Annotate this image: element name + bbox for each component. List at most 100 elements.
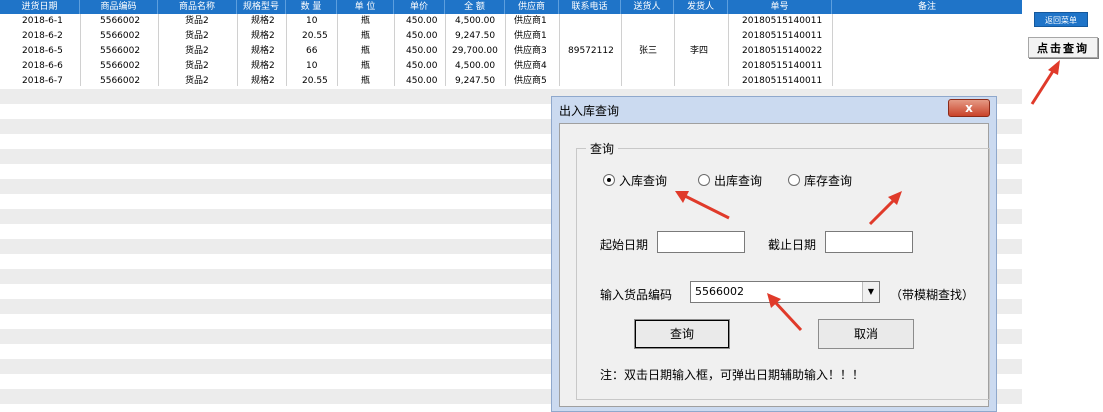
cell-qty[interactable]: 66 — [306, 44, 317, 59]
header-name[interactable]: 商品名称 — [158, 0, 237, 14]
radio-inbound-query[interactable]: 入库查询 — [603, 172, 667, 189]
cell-code[interactable]: 5566002 — [100, 59, 140, 74]
product-code-label: 输入货品编码 — [600, 288, 673, 302]
dialog-title: 出入库查询 — [559, 104, 620, 118]
radio-unchecked-icon — [698, 174, 710, 186]
cancel-button[interactable]: 取消 — [818, 319, 914, 349]
start-date-input[interactable] — [657, 231, 745, 253]
table-row[interactable]: 2018-6-5 5566002 货品2 规格2 66 瓶 450.00 29,… — [0, 44, 1022, 59]
cell-order-no[interactable]: 20180515140011 — [742, 59, 822, 74]
header-price[interactable]: 单价 — [394, 0, 445, 14]
header-amount[interactable]: 全 额 — [445, 0, 505, 14]
table-row[interactable]: 2018-6-7 5566002 货品2 规格2 20.55 瓶 450.00 … — [0, 74, 1022, 89]
radio-outbound-query[interactable]: 出库查询 — [698, 172, 762, 189]
cell-date[interactable]: 2018-6-1 — [22, 14, 63, 29]
cell-unit[interactable]: 瓶 — [361, 59, 370, 74]
radio-checked-icon — [603, 174, 615, 186]
cell-amount[interactable]: 4,500.00 — [455, 14, 495, 29]
end-date-input[interactable] — [825, 231, 913, 253]
radio-stock-query[interactable]: 库存查询 — [788, 172, 852, 189]
back-to-menu-button[interactable]: 返回菜单 — [1034, 12, 1088, 27]
cell-code[interactable]: 5566002 — [100, 29, 140, 44]
header-remark[interactable]: 备注 — [832, 0, 1022, 14]
cell-spec[interactable]: 规格2 — [251, 74, 275, 89]
cell-code[interactable]: 5566002 — [100, 44, 140, 59]
cell-spec[interactable]: 规格2 — [251, 59, 275, 74]
query-button[interactable]: 查询 — [634, 319, 730, 349]
header-supplier[interactable]: 供应商 — [505, 0, 559, 14]
cell-amount[interactable]: 9,247.50 — [455, 74, 495, 89]
cell-unit[interactable]: 瓶 — [361, 74, 370, 89]
dialog-client-area: 查询 入库查询 出库查询 库存查询 起始日期 截止日期 输入货品编码 55660… — [559, 123, 990, 407]
cell-name[interactable]: 货品2 — [185, 14, 209, 29]
cell-qty[interactable]: 10 — [306, 14, 317, 29]
cell-name[interactable]: 货品2 — [185, 59, 209, 74]
cell-price[interactable]: 450.00 — [406, 74, 438, 89]
header-row: 进货日期 商品编码 商品名称 规格型号 数 量 单 位 单价 全 额 供应商 联… — [0, 0, 1022, 14]
cell-qty[interactable]: 20.55 — [302, 29, 328, 44]
red-arrow-icon — [1030, 60, 1060, 105]
header-unit[interactable]: 单 位 — [337, 0, 394, 14]
cell-shipper[interactable]: 李四 — [690, 44, 708, 59]
cell-date[interactable]: 2018-6-2 — [22, 29, 63, 44]
header-deliverer[interactable]: 送货人 — [621, 0, 674, 14]
cell-amount[interactable]: 29,700.00 — [452, 44, 498, 59]
header-order-no[interactable]: 单号 — [728, 0, 832, 14]
dropdown-arrow-icon[interactable]: ▼ — [862, 282, 879, 302]
cell-spec[interactable]: 规格2 — [251, 14, 275, 29]
radio-label: 出库查询 — [714, 174, 763, 188]
cell-supplier[interactable]: 供应商5 — [514, 74, 547, 89]
product-code-value: 5566002 — [695, 285, 744, 298]
cell-price[interactable]: 450.00 — [406, 59, 438, 74]
cell-spec[interactable]: 规格2 — [251, 44, 275, 59]
cell-date[interactable]: 2018-6-7 — [22, 74, 63, 89]
cell-unit[interactable]: 瓶 — [361, 29, 370, 44]
cell-name[interactable]: 货品2 — [185, 29, 209, 44]
cell-amount[interactable]: 4,500.00 — [455, 59, 495, 74]
cell-supplier[interactable]: 供应商1 — [514, 14, 547, 29]
cell-code[interactable]: 5566002 — [100, 74, 140, 89]
header-date[interactable]: 进货日期 — [0, 0, 80, 14]
cell-qty[interactable]: 10 — [306, 59, 317, 74]
cell-supplier[interactable]: 供应商3 — [514, 44, 547, 59]
cell-qty[interactable]: 20.55 — [302, 74, 328, 89]
cell-unit[interactable]: 瓶 — [361, 14, 370, 29]
end-date-label: 截止日期 — [768, 238, 817, 252]
cell-price[interactable]: 450.00 — [406, 44, 438, 59]
cell-price[interactable]: 450.00 — [406, 14, 438, 29]
radio-label: 入库查询 — [619, 174, 668, 188]
radio-unchecked-icon — [788, 174, 800, 186]
cell-order-no[interactable]: 20180515140011 — [742, 74, 822, 89]
cell-order-no[interactable]: 20180515140011 — [742, 14, 822, 29]
header-phone[interactable]: 联系电话 — [559, 0, 621, 14]
click-query-button[interactable]: 点击查询 — [1028, 37, 1098, 58]
cell-price[interactable]: 450.00 — [406, 29, 438, 44]
cell-spec[interactable]: 规格2 — [251, 29, 275, 44]
header-spec[interactable]: 规格型号 — [237, 0, 286, 14]
cell-amount[interactable]: 9,247.50 — [455, 29, 495, 44]
header-code[interactable]: 商品编码 — [80, 0, 158, 14]
header-shipper[interactable]: 发货人 — [674, 0, 728, 14]
red-arrow-icon — [767, 293, 803, 332]
table-row[interactable]: 2018-6-2 5566002 货品2 规格2 20.55 瓶 450.00 … — [0, 29, 1022, 44]
red-arrow-icon — [868, 191, 902, 226]
cell-supplier[interactable]: 供应商4 — [514, 59, 547, 74]
cell-phone[interactable]: 89572112 — [568, 44, 614, 59]
cell-supplier[interactable]: 供应商1 — [514, 29, 547, 44]
cell-date[interactable]: 2018-6-5 — [22, 44, 63, 59]
cell-deliverer[interactable]: 张三 — [639, 44, 657, 59]
cell-order-no[interactable]: 20180515140011 — [742, 29, 822, 44]
cell-unit[interactable]: 瓶 — [361, 44, 370, 59]
date-input-note: 注：双击日期输入框，可弹出日期辅助输入！！！ — [600, 368, 865, 382]
cell-code[interactable]: 5566002 — [100, 14, 140, 29]
start-date-label: 起始日期 — [600, 238, 649, 252]
close-button[interactable]: x — [948, 99, 990, 117]
cell-name[interactable]: 货品2 — [185, 44, 209, 59]
cell-date[interactable]: 2018-6-6 — [22, 59, 63, 74]
table-row[interactable]: 2018-6-1 5566002 货品2 规格2 10 瓶 450.00 4,5… — [0, 14, 1022, 29]
table-row[interactable]: 2018-6-6 5566002 货品2 规格2 10 瓶 450.00 4,5… — [0, 59, 1022, 74]
cell-name[interactable]: 货品2 — [185, 74, 209, 89]
group-label: 查询 — [586, 140, 619, 157]
cell-order-no[interactable]: 20180515140022 — [742, 44, 822, 59]
header-qty[interactable]: 数 量 — [286, 0, 337, 14]
